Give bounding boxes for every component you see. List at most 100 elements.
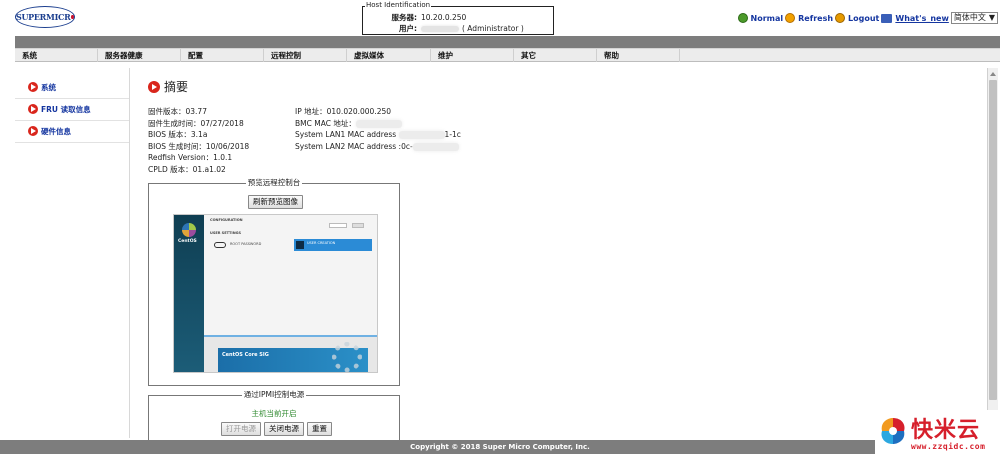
redacted-lan1-mac: [398, 131, 445, 139]
nav-help[interactable]: 帮助: [597, 49, 680, 62]
sidebar-divider: [15, 142, 129, 143]
preview-content: CONFIGURATION USER SETTINGS ROOT PASSWOR…: [204, 215, 377, 335]
centos-logo-icon: [182, 223, 196, 237]
ip-address: IP 地址：010.020.000.250: [295, 107, 392, 116]
arrow-right-icon: [28, 126, 38, 136]
supermicro-logo[interactable]: SUPERMICR: [15, 6, 75, 28]
top-bar: SUPERMICR Host Identification 服务器: 10.20.…: [0, 0, 1000, 36]
refresh-link[interactable]: Refresh: [798, 14, 833, 23]
language-select[interactable]: 简体中文 ▼: [950, 12, 998, 24]
network-info: IP 地址：010.020.000.250 BMC MAC 地址： System…: [295, 106, 461, 152]
arrow-right-icon: [28, 82, 38, 92]
nav-remote-control[interactable]: 远程控制: [264, 49, 347, 62]
user-row: 用户: ( Administrator ): [363, 23, 524, 34]
firmware-version: 固件版本：03.77: [148, 107, 207, 116]
nav-maintenance[interactable]: 维护: [431, 49, 514, 62]
lan2-mac-label: System LAN2 MAC address :0c-: [295, 141, 413, 151]
watermark-url: www.zzqidc.com: [911, 442, 986, 451]
status-ok-icon: [737, 13, 748, 23]
bios-version: BIOS 版本：3.1a: [148, 130, 208, 139]
sidebar-item-fru[interactable]: FRU 读取信息: [28, 102, 91, 116]
redacted-username: [421, 26, 459, 32]
page-title-text: 摘要: [164, 80, 189, 94]
sidebar: 系统 FRU 读取信息 硬件信息: [15, 68, 130, 438]
arrow-right-icon: [28, 104, 38, 114]
key-icon: [214, 242, 226, 248]
preview-section: USER SETTINGS: [210, 231, 242, 235]
logo-dot-icon: [71, 15, 74, 19]
server-label: 服务器:: [391, 13, 418, 22]
preview-banner: CentOS Core SIG: [218, 342, 368, 372]
user-label: 用户:: [399, 24, 417, 33]
ipmi-panel-title: 通过IPMI控制电源: [149, 390, 399, 400]
sidebar-item-hardware[interactable]: 硬件信息: [28, 124, 71, 138]
power-off-button[interactable]: 关闭电源: [264, 422, 304, 436]
preview-panel-title-text: 预览远程控制台: [245, 178, 303, 187]
power-buttons: 打开电源 关闭电源 重置: [221, 422, 332, 436]
preview-user-creation: USER CREATION: [307, 241, 336, 245]
nav-system[interactable]: 系统: [15, 49, 98, 62]
bmc-web-console: SUPERMICR Host Identification 服务器: 10.20.…: [0, 0, 1000, 454]
preview-progress-strip: [204, 335, 377, 337]
nav-server-health[interactable]: 服务器健康: [98, 49, 181, 62]
lan2-mac-row: System LAN2 MAC address :0c-: [295, 141, 461, 153]
sidebar-item-label: 系统: [41, 82, 56, 92]
page-title: 摘要: [148, 78, 188, 95]
preview-os-label: CentOS: [178, 239, 197, 244]
redacted-bmc-mac: [355, 119, 402, 128]
user-icon: [296, 241, 304, 249]
watermark: 快米云 www.zzqidc.com: [875, 410, 1000, 454]
footer: Copyright © 2018 Super Micro Computer, I…: [0, 440, 1000, 454]
gear-icon: [332, 342, 362, 372]
refresh-preview-button[interactable]: 刷新预览图像: [248, 195, 303, 209]
preview-lang-field: [329, 223, 347, 228]
preview-panel-title: 预览远程控制台: [149, 178, 399, 188]
sidebar-divider: [15, 120, 129, 121]
whats-new-link[interactable]: What's_new: [895, 14, 948, 23]
sidebar-item-label: 硬件信息: [41, 126, 71, 136]
bmc-mac-row: BMC MAC 地址：: [295, 118, 461, 130]
cpld-version: CPLD 版本：01.a1.02: [148, 164, 226, 174]
copyright-text: Copyright © 2018 Super Micro Computer, I…: [410, 443, 590, 451]
power-on-button[interactable]: 打开电源: [221, 422, 261, 436]
user-value: ( Administrator ): [462, 24, 524, 33]
normal-status-link[interactable]: Normal: [751, 14, 784, 23]
preview-root-password: ROOT PASSWORD: [230, 242, 262, 246]
scroll-up-icon[interactable]: [990, 72, 996, 76]
nav-virtual-media[interactable]: 虚拟媒体: [347, 49, 431, 62]
sidebar-item-system[interactable]: 系统: [28, 80, 56, 94]
logo-text: SUPERMICR: [16, 12, 71, 22]
logout-link[interactable]: Logout: [848, 14, 879, 23]
nav-configuration[interactable]: 配置: [181, 49, 264, 62]
reset-button[interactable]: 重置: [307, 422, 332, 436]
lan1-mac-label: System LAN1 MAC address: [295, 130, 397, 139]
preview-user-tile: USER CREATION: [294, 239, 372, 251]
host-power-status: 主机当前开启: [251, 409, 297, 418]
main-content: 摘要 固件版本：03.77 固件生成时间：07/27/2018 BIOS 版本：…: [131, 68, 986, 445]
host-identification-box: Host Identification 服务器: 10.20.0.250 用户: (…: [362, 1, 554, 35]
whats-new-icon: [881, 13, 893, 23]
preview-banner-text: CentOS Core SIG: [222, 352, 269, 358]
scroll-thumb[interactable]: [989, 80, 997, 400]
console-preview-image[interactable]: CentOS CONFIGURATION USER SETTINGS ROOT …: [173, 214, 378, 373]
firmware-info: 固件版本：03.77 固件生成时间：07/27/2018 BIOS 版本：3.1…: [148, 106, 249, 175]
bios-build-time: BIOS 生成时间：10/06/2018: [148, 141, 250, 151]
top-links: Normal Refresh Logout What's_new 简体中文 ▼: [737, 12, 998, 24]
ipmi-panel-title-text: 通过IPMI控制电源: [241, 390, 307, 399]
language-value: 简体中文: [953, 13, 986, 22]
kuaimi-logo-icon: [881, 418, 905, 444]
redfish-version: Redfish Version：1.0.1: [148, 153, 233, 162]
remote-console-preview-panel: 预览远程控制台 刷新预览图像 CentOS CONFIGURATION USER…: [148, 178, 400, 386]
server-value: 10.20.0.250: [421, 13, 467, 22]
logout-icon: [835, 13, 846, 23]
bmc-mac-label: BMC MAC 地址：: [295, 118, 356, 128]
header-band: [15, 36, 1000, 48]
sidebar-divider: [15, 98, 129, 99]
page-scrollbar[interactable]: [987, 68, 998, 438]
preview-lang-button: [352, 223, 364, 228]
server-row: 服务器: 10.20.0.250: [363, 12, 467, 23]
preview-sidebar: CentOS: [174, 215, 204, 372]
ipmi-power-panel: 通过IPMI控制电源 主机当前开启 打开电源 关闭电源 重置: [148, 390, 400, 445]
nav-miscellaneous[interactable]: 其它: [514, 49, 597, 62]
preview-header: CONFIGURATION: [210, 218, 243, 222]
